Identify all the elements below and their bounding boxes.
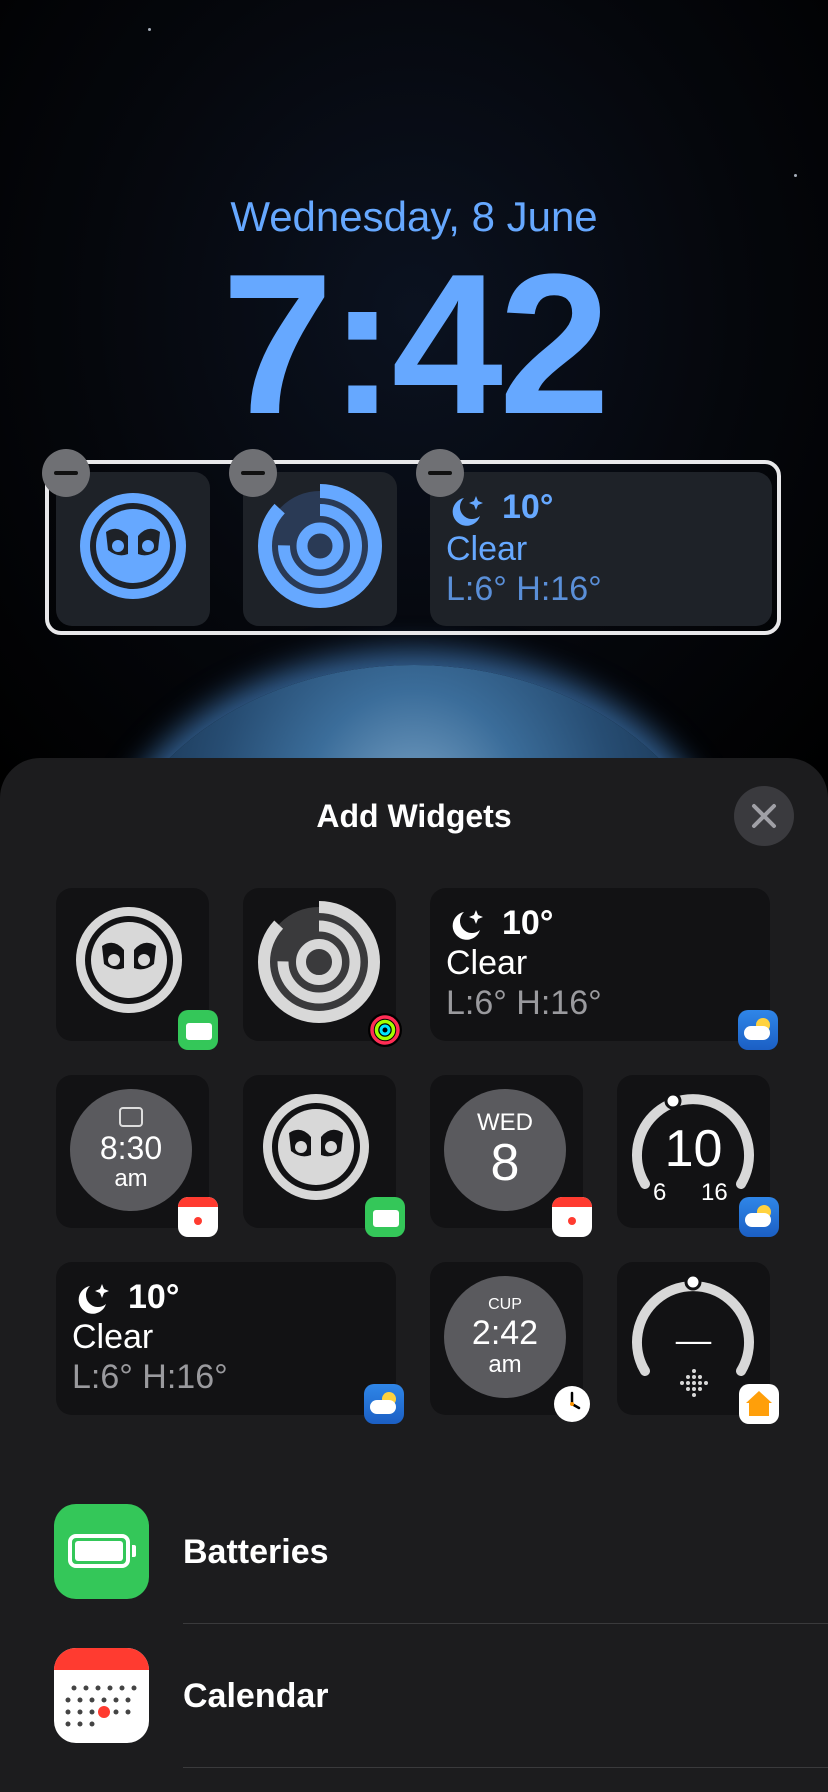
battery-app-icon	[178, 1010, 218, 1050]
fitness-app-icon	[368, 1013, 402, 1047]
weather-temp: 10°	[502, 488, 554, 526]
minus-icon	[428, 471, 452, 475]
list-item-batteries[interactable]: Batteries	[0, 1480, 828, 1623]
divider	[183, 1767, 828, 1768]
weather-app-icon	[738, 1010, 778, 1050]
widget-calendar-date[interactable]: WED 8	[430, 1075, 592, 1237]
activity-rings-icon	[258, 484, 382, 608]
weather-temp: 10°	[502, 904, 554, 942]
lock-widget-batteries[interactable]	[56, 472, 210, 626]
weather-range: L:6° H:16°	[72, 1358, 228, 1396]
weather-range: L:6° H:16°	[446, 984, 602, 1022]
dots-icon	[680, 1369, 708, 1397]
widget-alarm[interactable]: 8:30 am	[56, 1075, 218, 1237]
widget-temperature-gauge[interactable]: 10 6 16	[617, 1075, 779, 1237]
weather-temp: 10°	[128, 1278, 180, 1316]
list-item-calendar[interactable]: Calendar	[0, 1624, 828, 1767]
alarm-icon	[119, 1107, 143, 1127]
weather-app-icon	[739, 1197, 779, 1237]
lock-widget-weather[interactable]: 10° Clear L:6° H:16°	[430, 472, 772, 626]
moon-stars-icon	[452, 496, 483, 526]
minus-icon	[54, 471, 78, 475]
weather-condition: Clear	[72, 1318, 154, 1356]
alarm-time: 8:30	[99, 1130, 163, 1166]
widget-home-gauge[interactable]: ––	[617, 1262, 779, 1424]
temperature-high: 16	[701, 1179, 728, 1206]
star	[794, 174, 797, 177]
world-clock-circle: CUP 2:42 am	[444, 1276, 566, 1398]
lock-widget-activity[interactable]	[243, 472, 397, 626]
app-label: Calendar	[183, 1677, 329, 1715]
moon-stars-icon	[452, 910, 483, 940]
minus-icon	[241, 471, 265, 475]
calendar-app-icon	[552, 1197, 592, 1237]
home-app-icon	[739, 1384, 779, 1424]
widget-activity[interactable]	[243, 888, 402, 1047]
batteries-app-icon	[54, 1504, 149, 1599]
sheet-title: Add Widgets	[316, 798, 512, 834]
widget-batteries-2[interactable]	[243, 1075, 405, 1237]
alarm-circle: 8:30 am	[70, 1089, 192, 1211]
widget-weather-rectangular[interactable]: 10° Clear L:6° H:16°	[430, 888, 778, 1050]
star	[148, 28, 151, 31]
alarm-suffix: am	[114, 1165, 148, 1192]
moon-stars-icon	[78, 1284, 109, 1314]
weather-condition: Clear	[446, 530, 528, 568]
widget-weather-rectangular-2[interactable]: 10° Clear L:6° H:16°	[56, 1262, 404, 1424]
world-clock-suffix: am	[488, 1351, 522, 1378]
calendar-date: 8	[490, 1134, 520, 1192]
app-label: Batteries	[183, 1533, 329, 1571]
calendar-day: WED	[477, 1109, 533, 1136]
temperature-value: 10	[664, 1120, 723, 1178]
batteries-widget-icon	[80, 493, 186, 599]
temperature-low: 6	[653, 1179, 667, 1206]
weather-app-icon	[364, 1384, 404, 1424]
weather-condition: Clear	[446, 944, 528, 982]
close-icon	[752, 804, 776, 828]
remove-widget-button[interactable]	[416, 449, 464, 497]
widget-world-clock[interactable]: CUP 2:42 am	[430, 1262, 590, 1422]
world-clock-city: CUP	[488, 1296, 522, 1313]
calendar-date-circle: WED 8	[444, 1089, 566, 1211]
remove-widget-button[interactable]	[42, 449, 90, 497]
calendar-app-icon	[54, 1648, 149, 1743]
clock-app-icon	[554, 1386, 590, 1422]
widget-batteries[interactable]	[56, 888, 218, 1050]
world-clock-time: 2:42	[471, 1314, 539, 1352]
weather-range: L:6° H:16°	[446, 570, 602, 608]
lock-time: 7:42	[221, 233, 610, 456]
calendar-app-icon	[178, 1197, 218, 1237]
remove-widget-button[interactable]	[229, 449, 277, 497]
battery-app-icon	[365, 1197, 405, 1237]
home-value: ––	[675, 1322, 712, 1358]
close-button[interactable]	[734, 786, 794, 846]
